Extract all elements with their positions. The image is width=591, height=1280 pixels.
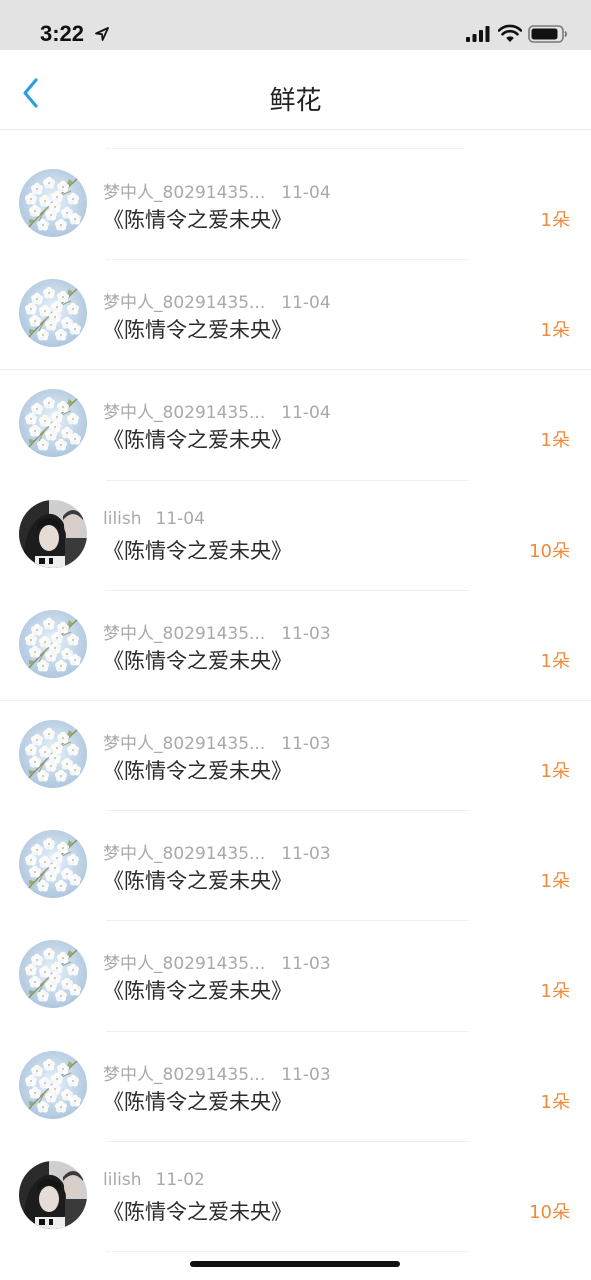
user-name: 梦中人_80291435... [103, 403, 266, 424]
gift-date: 11-03 [281, 844, 331, 865]
avatar[interactable] [19, 1050, 87, 1119]
book-title: 《陈情令之爱未央》 [103, 869, 292, 894]
book-title: 《陈情令之爱未央》 [103, 428, 292, 453]
book-title: 《陈情令之爱未央》 [103, 1199, 292, 1224]
book-title: 《陈情令之爱未央》 [103, 318, 292, 343]
flower-amount: 1朵 [540, 320, 570, 342]
gift-date: 11-04 [155, 508, 205, 529]
list-item-9[interactable]: 梦中人_80291435... 11-03 《陈情令之爱未央》 1朵 [0, 1032, 591, 1142]
status-time: 3:22 [40, 21, 85, 46]
screen: 3:22 鲜花 梦中人_80291435... 11-04 《陈情令之爱未央》 … [0, 0, 591, 1280]
user-name: 梦中人_80291435... [103, 183, 266, 203]
person-avatar-image [19, 499, 87, 568]
user-name: 梦中人_80291435... [103, 733, 266, 754]
status-bar: 3:22 [0, 0, 591, 50]
flower-amount: 1朵 [540, 981, 570, 1003]
avatar[interactable] [19, 830, 87, 899]
gift-date: 11-04 [281, 403, 331, 424]
book-title: 《陈情令之爱未央》 [103, 208, 292, 232]
meta-line: 梦中人_80291435... 11-03 [103, 839, 331, 864]
user-name: 梦中人_80291435... [103, 623, 266, 644]
meta-line: 梦中人_80291435... 11-03 [103, 949, 331, 974]
flower-amount: 1朵 [540, 760, 570, 782]
meta-line: 梦中人_80291435... 11-03 [103, 619, 331, 644]
meta-line: 梦中人_80291435... 11-03 [103, 729, 331, 754]
user-name: 梦中人_80291435... [103, 293, 266, 314]
flower-avatar-image [19, 1050, 87, 1119]
list-item-4[interactable]: lilish 11-04 《陈情令之爱未央》 10朵 [0, 481, 591, 591]
user-name: lilish [103, 1169, 142, 1190]
wifi-icon [498, 24, 522, 42]
meta-line: 梦中人_80291435... 11-03 [103, 1060, 331, 1085]
row-divider [106, 1250, 469, 1252]
gift-date: 11-03 [281, 1064, 331, 1085]
avatar[interactable] [19, 1160, 87, 1229]
book-title: 《陈情令之爱未央》 [103, 1089, 292, 1114]
flower-amount: 10朵 [529, 1201, 570, 1223]
gift-date: 11-03 [281, 733, 331, 754]
avatar[interactable] [19, 940, 87, 1009]
book-title: 《陈情令之爱未央》 [103, 979, 292, 1004]
cellular-signal-icon [466, 26, 490, 42]
flower-avatar-image [19, 940, 87, 1009]
avatar[interactable] [19, 389, 87, 458]
list-item-2[interactable]: 梦中人_80291435... 11-04 《陈情令之爱未央》 1朵 [0, 260, 591, 371]
nav-bar: 鲜花 [0, 50, 591, 130]
gift-date: 11-04 [281, 183, 331, 203]
flower-amount: 1朵 [540, 650, 570, 672]
meta-line: lilish 11-04 [103, 509, 205, 529]
avatar[interactable] [19, 169, 87, 237]
list-item-10[interactable]: lilish 11-02 《陈情令之爱未央》 10朵 [0, 1142, 591, 1252]
meta-line: 梦中人_80291435... 11-04 [103, 288, 331, 313]
gift-list: 梦中人_80291435... 11-04 《陈情令之爱未央》 1朵 梦中人_8… [0, 148, 591, 1252]
user-name: 梦中人_80291435... [103, 844, 266, 865]
flower-avatar-image [19, 279, 87, 348]
list-divider [106, 148, 465, 149]
list-item-1[interactable]: 梦中人_80291435... 11-04 《陈情令之爱未央》 1朵 [0, 150, 591, 261]
user-name: lilish [103, 508, 142, 529]
list-item-5[interactable]: 梦中人_80291435... 11-03 《陈情令之爱未央》 1朵 [0, 591, 591, 701]
flower-amount: 1朵 [540, 210, 570, 231]
list-item-7[interactable]: 梦中人_80291435... 11-03 《陈情令之爱未央》 1朵 [0, 811, 591, 922]
avatar[interactable] [19, 279, 87, 348]
flower-avatar-image [19, 719, 87, 788]
gift-date: 11-03 [281, 623, 331, 644]
flower-amount: 1朵 [540, 430, 570, 452]
gift-date: 11-02 [155, 1169, 205, 1190]
avatar[interactable] [19, 499, 87, 568]
flower-avatar-image [19, 389, 87, 458]
book-title: 《陈情令之爱未央》 [103, 648, 292, 673]
flower-avatar-image [19, 609, 87, 678]
avatar[interactable] [19, 719, 87, 788]
flower-amount: 1朵 [540, 1091, 570, 1113]
flower-amount: 1朵 [540, 871, 570, 893]
gift-date: 11-04 [281, 293, 331, 314]
list-item-8[interactable]: 梦中人_80291435... 11-03 《陈情令之爱未央》 1朵 [0, 921, 591, 1032]
book-title: 《陈情令之爱未央》 [103, 758, 292, 783]
user-name: 梦中人_80291435... [103, 1064, 266, 1085]
list-item-3[interactable]: 梦中人_80291435... 11-04 《陈情令之爱未央》 1朵 [0, 370, 591, 481]
home-indicator[interactable] [190, 1261, 400, 1267]
flower-amount: 10朵 [529, 540, 570, 562]
person-avatar-image [19, 1160, 87, 1229]
list-item-6[interactable]: 梦中人_80291435... 11-03 《陈情令之爱未央》 1朵 [0, 701, 591, 812]
location-arrow-icon [95, 27, 109, 41]
meta-line: 梦中人_80291435... 11-04 [103, 398, 331, 423]
flower-avatar-image [19, 830, 87, 899]
battery-icon [528, 25, 567, 43]
meta-line: 梦中人_80291435... 11-04 [103, 178, 331, 203]
avatar[interactable] [19, 609, 87, 678]
book-title: 《陈情令之爱未央》 [103, 538, 292, 563]
page-title: 鲜花 [269, 86, 322, 116]
gift-date: 11-03 [281, 954, 331, 975]
meta-line: lilish 11-02 [103, 1170, 205, 1190]
user-name: 梦中人_80291435... [103, 954, 266, 975]
flower-avatar-image [19, 169, 87, 237]
